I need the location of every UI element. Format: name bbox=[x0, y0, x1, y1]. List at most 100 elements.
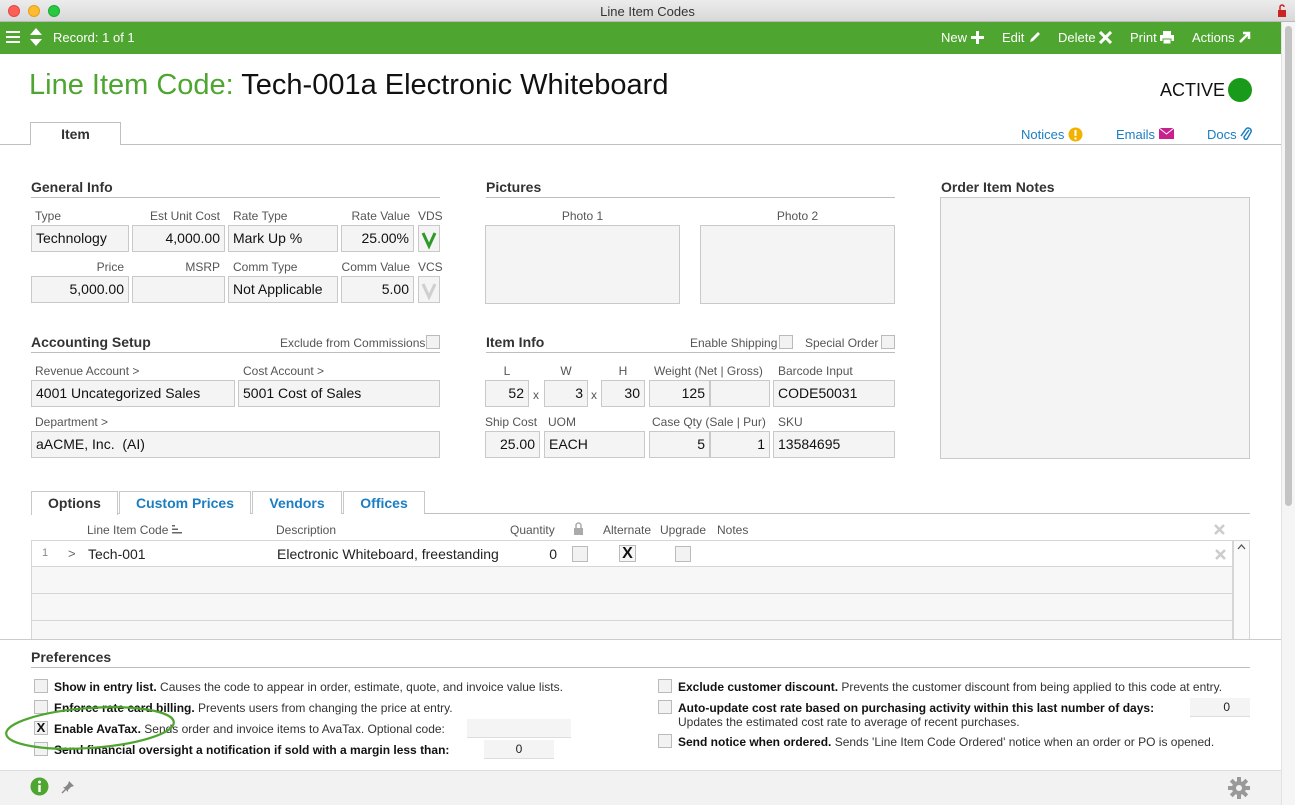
item-info-divider bbox=[486, 352, 895, 353]
delete-row-icon[interactable] bbox=[1215, 548, 1226, 563]
price-field[interactable]: 5,000.00 bbox=[31, 276, 129, 303]
comm-value-field[interactable]: 5.00 bbox=[341, 276, 414, 303]
notices-link[interactable]: Notices bbox=[1021, 127, 1083, 142]
col-quantity[interactable]: Quantity bbox=[510, 523, 555, 537]
rate-value-field[interactable]: 25.00% bbox=[341, 225, 414, 252]
type-field[interactable]: Technology bbox=[31, 225, 129, 252]
send-notice-checkbox[interactable] bbox=[658, 734, 672, 748]
pictures-title: Pictures bbox=[486, 179, 542, 195]
enable-shipping-label: Enable Shipping bbox=[690, 336, 778, 350]
notices-label: Notices bbox=[1021, 127, 1065, 142]
rate-type-field[interactable]: Mark Up % bbox=[228, 225, 338, 252]
new-button[interactable]: New bbox=[941, 30, 984, 45]
photo1-box[interactable] bbox=[485, 225, 680, 304]
weight-gross-field[interactable] bbox=[710, 380, 770, 407]
printer-icon bbox=[1160, 30, 1175, 45]
row-upgrade-checkbox[interactable] bbox=[675, 546, 691, 562]
tab-vendors[interactable]: Vendors bbox=[252, 491, 342, 514]
checkmark-v-icon bbox=[421, 232, 437, 250]
exclude-commissions-checkbox[interactable] bbox=[426, 335, 440, 349]
tab-offices[interactable]: Offices bbox=[343, 491, 425, 514]
pencil-icon bbox=[1028, 30, 1041, 45]
col-upgrade[interactable]: Upgrade bbox=[660, 523, 706, 537]
info-icon[interactable] bbox=[30, 777, 49, 799]
chevron-up-icon bbox=[1237, 544, 1246, 550]
height-field[interactable]: 30 bbox=[601, 380, 645, 407]
case-qty-pur-field[interactable]: 1 bbox=[710, 431, 770, 458]
edit-button[interactable]: Edit bbox=[1002, 30, 1041, 45]
col-description[interactable]: Description bbox=[276, 523, 336, 537]
revenue-account-label[interactable]: Revenue Account > bbox=[35, 364, 139, 378]
uom-label: UOM bbox=[548, 415, 576, 429]
tab-item[interactable]: Item bbox=[30, 122, 121, 145]
margin-threshold-input[interactable]: 0 bbox=[484, 740, 554, 759]
menu-icon[interactable] bbox=[6, 30, 20, 45]
tab-custom-prices[interactable]: Custom Prices bbox=[119, 491, 251, 514]
revenue-account-field[interactable]: 4001 Uncategorized Sales bbox=[31, 380, 235, 407]
uom-field[interactable]: EACH bbox=[544, 431, 645, 458]
scrollbar-thumb[interactable] bbox=[1285, 26, 1292, 506]
sku-field[interactable]: 13584695 bbox=[773, 431, 895, 458]
exclude-discount-checkbox[interactable] bbox=[658, 679, 672, 693]
col-line-item-code[interactable]: Line Item Code bbox=[87, 523, 183, 537]
ship-cost-field[interactable]: 25.00 bbox=[485, 431, 540, 458]
case-qty-sale-field[interactable]: 5 bbox=[649, 431, 710, 458]
send-notice-bold: Send notice when ordered. bbox=[678, 735, 832, 749]
show-in-entry-checkbox[interactable] bbox=[34, 679, 48, 693]
emails-link[interactable]: Emails bbox=[1116, 127, 1174, 142]
length-field[interactable]: 52 bbox=[485, 380, 529, 407]
delete-button[interactable]: Delete bbox=[1058, 30, 1113, 45]
table-scrollbar[interactable] bbox=[1233, 540, 1250, 640]
print-button[interactable]: Print bbox=[1130, 30, 1175, 45]
table-row[interactable] bbox=[32, 567, 1232, 594]
preferences-divider bbox=[31, 667, 1250, 668]
enable-shipping-checkbox[interactable] bbox=[779, 335, 793, 349]
avatax-code-input[interactable] bbox=[467, 719, 571, 738]
barcode-field[interactable]: CODE50031 bbox=[773, 380, 895, 407]
table-row[interactable]: 1 > Tech-001 Electronic Whiteboard, free… bbox=[32, 541, 1232, 567]
window-scrollbar[interactable] bbox=[1281, 22, 1295, 805]
est-unit-cost-field[interactable]: 4,000.00 bbox=[132, 225, 225, 252]
lock-icon bbox=[1277, 4, 1287, 20]
cost-account-label[interactable]: Cost Account > bbox=[243, 364, 324, 378]
width-field[interactable]: 3 bbox=[544, 380, 588, 407]
tab-options[interactable]: Options bbox=[31, 491, 118, 515]
photo2-box[interactable] bbox=[700, 225, 895, 304]
comm-type-field[interactable]: Not Applicable bbox=[228, 276, 338, 303]
comm-value-label: Comm Value bbox=[341, 260, 410, 274]
auto-update-checkbox[interactable] bbox=[658, 700, 672, 714]
docs-link[interactable]: Docs bbox=[1207, 127, 1253, 142]
delete-all-icon[interactable] bbox=[1214, 523, 1225, 538]
status-text: ACTIVE bbox=[1160, 80, 1226, 100]
width-label: W bbox=[560, 364, 572, 378]
col-notes[interactable]: Notes bbox=[717, 523, 748, 537]
department-field[interactable]: aACME, Inc. (AI) bbox=[31, 431, 440, 458]
department-label[interactable]: Department > bbox=[35, 415, 108, 429]
row-locked-checkbox[interactable] bbox=[572, 546, 588, 562]
weight-net-field[interactable]: 125 bbox=[649, 380, 710, 407]
cost-account-field[interactable]: 5001 Cost of Sales bbox=[238, 380, 440, 407]
tab-underline bbox=[0, 144, 1281, 145]
table-row[interactable] bbox=[32, 621, 1232, 641]
record-stepper-icon[interactable] bbox=[29, 27, 43, 48]
row-quantity[interactable]: 0 bbox=[522, 546, 557, 562]
vcs-toggle[interactable] bbox=[418, 276, 440, 303]
sku-label: SKU bbox=[778, 415, 803, 429]
new-label: New bbox=[941, 30, 968, 45]
order-item-notes-textarea[interactable] bbox=[940, 197, 1250, 459]
special-order-checkbox[interactable] bbox=[881, 335, 895, 349]
actions-label: Actions bbox=[1192, 30, 1235, 45]
plus-icon bbox=[970, 30, 984, 45]
send-notice-text: Send notice when ordered. Sends 'Line It… bbox=[678, 735, 1214, 749]
auto-update-bold: Auto-update cost rate based on purchasin… bbox=[678, 701, 1155, 715]
col-alternate[interactable]: Alternate bbox=[603, 523, 651, 537]
expand-row-icon[interactable]: > bbox=[68, 546, 76, 561]
row-alternate-checkbox[interactable]: X bbox=[619, 545, 636, 562]
actions-button[interactable]: Actions bbox=[1192, 30, 1251, 45]
pin-icon[interactable] bbox=[61, 780, 75, 797]
msrp-field[interactable] bbox=[132, 276, 225, 303]
vds-toggle[interactable] bbox=[418, 225, 440, 252]
table-row[interactable] bbox=[32, 594, 1232, 621]
auto-update-days-input[interactable]: 0 bbox=[1190, 698, 1250, 717]
gear-icon[interactable] bbox=[1228, 777, 1250, 802]
